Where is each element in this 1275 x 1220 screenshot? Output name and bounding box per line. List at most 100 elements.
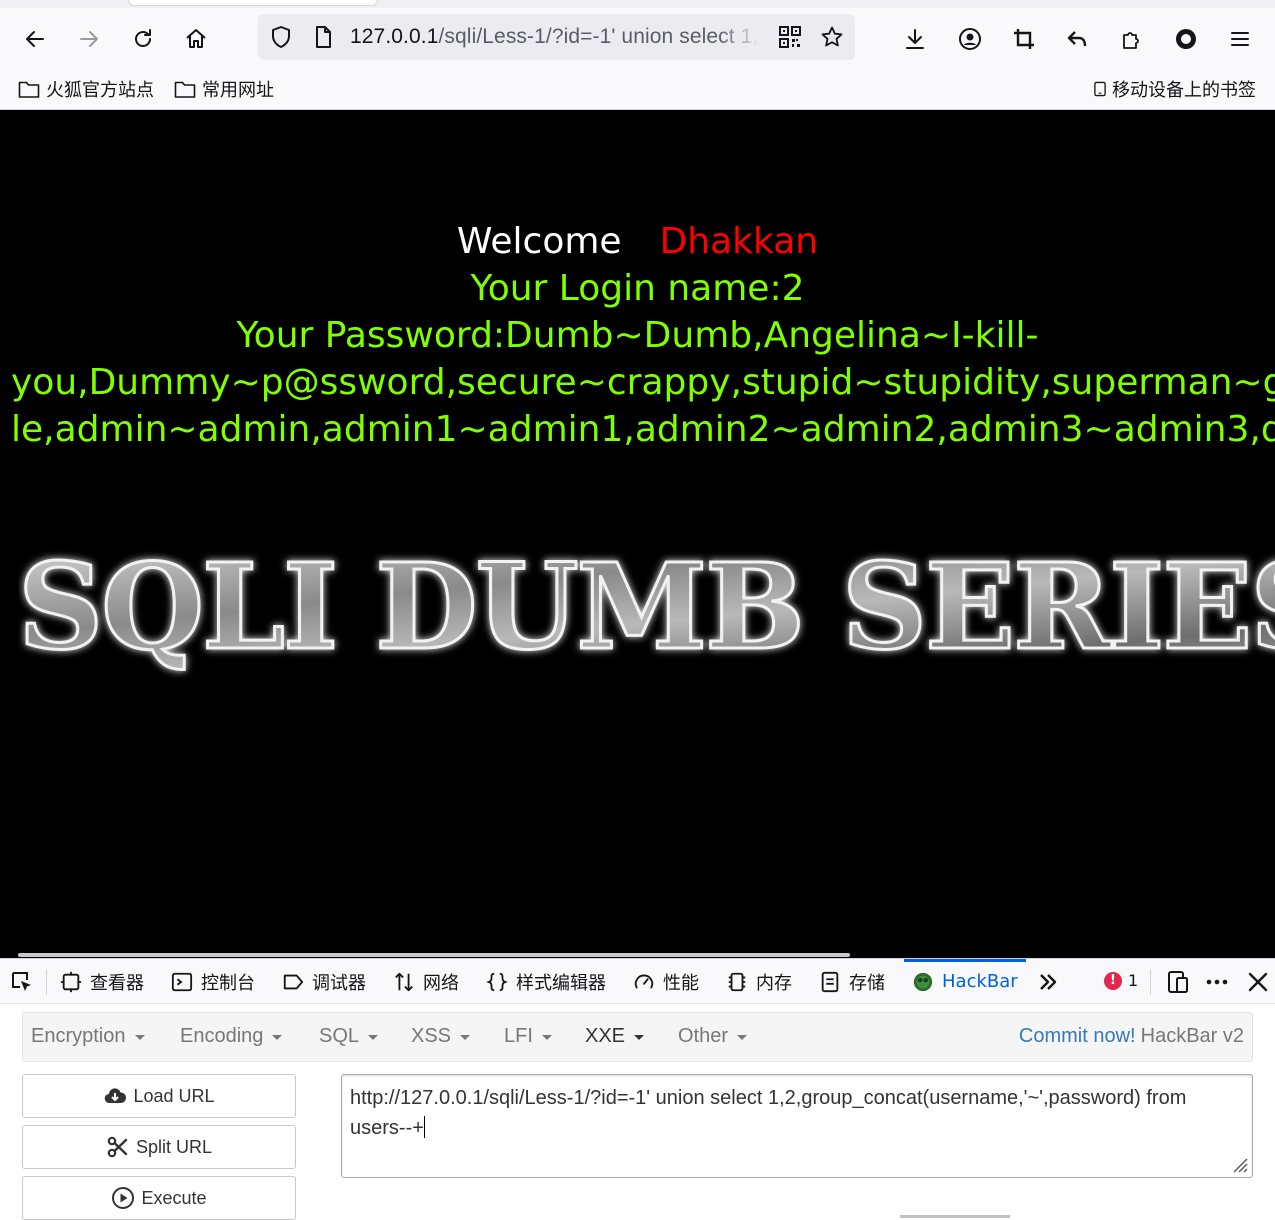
load-url-button[interactable]: Load URL [22,1074,296,1118]
menu-button[interactable] [1223,22,1257,56]
tab-label: 控制台 [201,972,255,994]
error-count-badge[interactable]: ! 1 [1104,971,1138,990]
screenshot-button[interactable] [1007,22,1041,56]
bookmark-folder-firefox[interactable]: 火狐官方站点 [18,76,154,102]
storage-icon [821,971,839,992]
tab-console[interactable]: 控制台 [171,959,255,1004]
welcome-line: Welcome Dhakkan [0,218,1275,265]
url-path: /sqli/Less-1/?id=-1' union select 1,2,gr… [438,25,760,48]
menu-label: SQL [319,1025,360,1047]
menu-sql[interactable]: SQL [319,1025,379,1048]
execute-button[interactable]: Execute [22,1176,296,1220]
puzzle-icon [1123,32,1139,49]
password-output: Your Password:Dumb~Dumb,Angelina~I-kill-… [0,312,1275,453]
tab-performance[interactable]: 性能 [633,959,699,1004]
caret-down-icon [737,1035,748,1040]
error-icon: ! [1104,971,1122,990]
bookmark-label: 火狐官方站点 [46,80,154,101]
sqli-dumb-series-banner: SQLI DUMB SERIES [18,540,1275,678]
network-arrows-icon [395,972,413,991]
tab-label: 调试器 [312,972,366,994]
hamburger-menu-icon [1231,32,1249,46]
tab-label: 内存 [756,972,792,994]
tab-label: 样式编辑器 [516,972,606,994]
tab-memory[interactable]: 内存 [726,959,792,1004]
downloads-button[interactable] [898,22,932,56]
shield-icon[interactable] [269,25,293,49]
back-button[interactable] [18,22,52,56]
qr-code-icon[interactable] [778,25,802,49]
chevron-double-right-icon[interactable] [1036,970,1060,994]
button-label: Load URL [133,1085,215,1106]
navigation-toolbar: 127.0.0.1/sqli/Less-1/?id=-1' union sele… [0,8,1275,68]
resize-grip-icon[interactable] [1228,1153,1248,1173]
url-text[interactable]: 127.0.0.1/sqli/Less-1/?id=-1' union sele… [350,25,760,51]
bookmark-label: 常用网址 [202,80,274,101]
more-options-icon[interactable] [1205,970,1229,994]
commit-now-link[interactable]: Commit now! [1019,1025,1136,1047]
menu-label: Encoding [180,1025,264,1047]
reload-button[interactable] [126,22,160,56]
memory-chip-icon [728,972,746,991]
address-bar[interactable]: 127.0.0.1/sqli/Less-1/?id=-1' union sele… [258,14,855,60]
tab-hackbar[interactable]: HackBar [904,959,1026,1004]
account-button[interactable] [953,22,987,56]
element-picker-icon[interactable] [10,970,34,994]
menu-lfi[interactable]: LFI [504,1025,552,1048]
url-textarea-value: http://127.0.0.1/sqli/Less-1/?id=-1' uni… [350,1087,1187,1139]
tab-storage[interactable]: 存储 [819,959,885,1004]
toolbar-divider [46,969,47,995]
account-icon [959,28,981,50]
responsive-design-icon[interactable] [1166,970,1190,994]
mobile-device-icon [1094,81,1106,97]
devtools-toolbar: 查看器 控制台 调试器 网络 样式编辑器 性能 内存 存储 HackBar ! … [0,958,1275,1004]
tab-label: 性能 [663,972,699,994]
tab-debugger[interactable]: 调试器 [282,959,366,1004]
menu-other[interactable]: Other [678,1025,748,1048]
hackbar-panel: Encryption Encoding SQL XSS LFI XXE Othe… [0,1004,1275,1220]
button-label: Execute [141,1187,207,1208]
caret-down-icon [541,1035,552,1040]
tab-label: 存储 [849,972,885,994]
folder-icon [18,81,40,98]
braces-icon [486,972,508,991]
url-textarea[interactable]: http://127.0.0.1/sqli/Less-1/?id=-1' uni… [341,1074,1253,1178]
home-button[interactable] [179,22,213,56]
arrow-left-icon [26,31,44,47]
arrow-right-icon [80,31,98,47]
menu-label: XSS [411,1025,452,1047]
caret-down-icon [368,1035,379,1040]
tab-inspector[interactable]: 查看器 [60,959,144,1004]
undo-button[interactable] [1060,22,1094,56]
tab-network[interactable]: 网络 [393,959,459,1004]
mobile-bookmarks[interactable]: 移动设备上的书签 [1092,76,1256,102]
close-icon[interactable] [1246,970,1270,994]
forward-button[interactable] [72,22,106,56]
active-tab[interactable] [128,0,378,6]
download-icon [906,29,924,49]
circle-icon [1176,29,1196,49]
tab-style-editor[interactable]: 样式编辑器 [486,959,606,1004]
hackbar-version: HackBar v2 [1140,1025,1244,1047]
tab-label: 网络 [423,972,459,994]
bookmarks-toolbar: 火狐官方站点 常用网址 移动设备上的书签 [0,68,1275,110]
inspector-icon [60,971,82,992]
page-icon[interactable] [311,25,335,49]
menu-xxe[interactable]: XXE [585,1025,645,1048]
menu-encryption[interactable]: Encryption [31,1025,145,1048]
split-url-button[interactable]: Split URL [22,1125,296,1169]
menu-encoding[interactable]: Encoding [180,1025,283,1048]
extensions-button[interactable] [1115,22,1149,56]
menu-label: LFI [504,1025,533,1047]
horizontal-scrollbar[interactable] [18,953,850,957]
reload-icon [135,29,151,47]
star-icon[interactable] [820,25,844,49]
folder-icon [174,81,196,98]
hackbar-menu: Encryption Encoding SQL XSS LFI XXE Othe… [22,1012,1253,1062]
caret-down-icon [272,1035,283,1040]
hackbar-logo-icon [913,972,933,991]
bookmark-folder-common[interactable]: 常用网址 [174,76,274,102]
menu-xss[interactable]: XSS [411,1025,471,1048]
scissors-icon [107,1136,128,1158]
record-button[interactable] [1169,22,1203,56]
